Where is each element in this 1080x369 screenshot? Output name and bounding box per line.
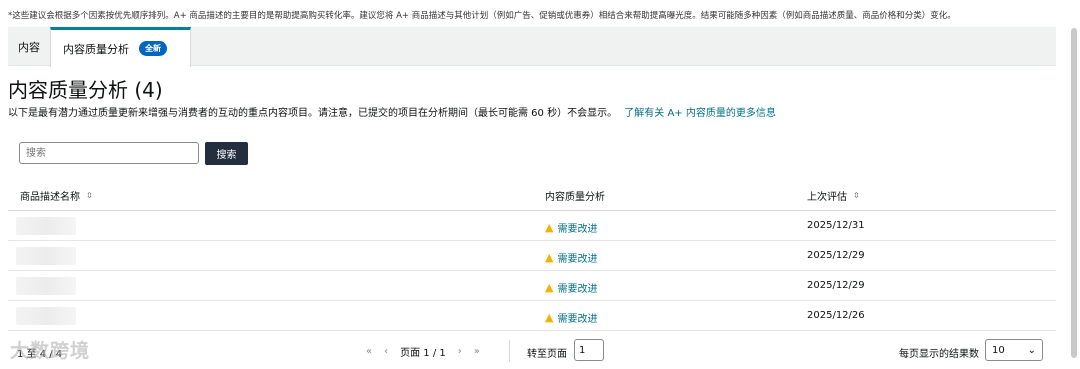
- last-page-icon[interactable]: »: [474, 346, 480, 357]
- warning-icon: ▲: [545, 221, 554, 234]
- last-evaluated-date: 2025/12/31: [807, 220, 865, 231]
- search-input[interactable]: [19, 142, 199, 164]
- table-row: ▲ 需要改进 2025/12/29: [8, 241, 1056, 271]
- redacted-product-name: [16, 277, 76, 295]
- new-badge: 全新: [139, 41, 167, 56]
- per-page-label: 每页显示的结果数: [899, 349, 979, 360]
- page-title: 内容质量分析 (4): [8, 78, 163, 102]
- first-page-icon[interactable]: «: [366, 346, 372, 357]
- last-evaluated-date: 2025/12/26: [807, 310, 865, 321]
- tab-content-quality-analysis[interactable]: 内容质量分析 全新: [50, 27, 191, 67]
- next-page-icon[interactable]: ›: [458, 346, 462, 357]
- watermark-logo: 大数跨境: [10, 340, 91, 362]
- learn-more-link[interactable]: 了解有关 A+ 内容质量的更多信息: [624, 108, 776, 119]
- tab-content-label: 内容: [18, 40, 40, 54]
- column-header-name[interactable]: 商品描述名称 ⇳: [20, 188, 93, 203]
- pagination-nav: « ‹ 页面 1 / 1 › »: [366, 344, 492, 359]
- quality-status-link[interactable]: ▲ 需要改进: [545, 220, 597, 235]
- tab-quality-label: 内容质量分析: [63, 42, 129, 56]
- tab-bar: 内容 内容质量分析 全新: [8, 27, 1056, 67]
- redacted-product-name: [16, 307, 76, 325]
- warning-icon: ▲: [545, 251, 554, 264]
- tab-content[interactable]: 内容: [8, 27, 50, 66]
- sort-icon[interactable]: ⇳: [853, 191, 860, 200]
- chevron-down-icon: ⌄: [1027, 344, 1036, 356]
- subtitle-text: 以下是最有潜力通过质量更新来增强与消费者的互动的重点内容项目。请注意，已提交的项…: [8, 108, 618, 119]
- last-evaluated-date: 2025/12/29: [807, 250, 865, 261]
- quality-status-link[interactable]: ▲ 需要改进: [545, 310, 597, 325]
- warning-icon: ▲: [545, 311, 554, 324]
- warning-icon: ▲: [545, 281, 554, 294]
- table-row: ▲ 需要改进 2025/12/26: [8, 301, 1056, 331]
- quality-status-link[interactable]: ▲ 需要改进: [545, 280, 597, 295]
- pagination-divider: [509, 340, 510, 362]
- column-header-last-evaluated[interactable]: 上次评估 ⇳: [807, 188, 860, 203]
- table-header: 商品描述名称 ⇳ 内容质量分析 上次评估 ⇳: [8, 178, 1056, 211]
- table-row: ▲ 需要改进 2025/12/31: [8, 211, 1056, 241]
- sort-icon[interactable]: ⇳: [86, 191, 93, 200]
- goto-page-input[interactable]: 1: [574, 339, 604, 361]
- page-indicator: 页面 1 / 1: [400, 348, 446, 359]
- search-button[interactable]: 搜索: [205, 142, 248, 165]
- vertical-scrollbar[interactable]: [1071, 28, 1077, 358]
- priority-notice: *这些建议会根据多个因素按优先顺序排列。A+ 商品描述的主要目的是帮助提高购买转…: [8, 11, 956, 21]
- last-evaluated-date: 2025/12/29: [807, 280, 865, 291]
- redacted-product-name: [16, 247, 76, 265]
- goto-page-label: 转至页面: [527, 349, 567, 360]
- quality-status-link[interactable]: ▲ 需要改进: [545, 250, 597, 265]
- redacted-product-name: [16, 217, 76, 235]
- per-page-select[interactable]: 10 ⌄: [985, 339, 1043, 361]
- table-row: ▲ 需要改进 2025/12/29: [8, 271, 1056, 301]
- prev-page-icon[interactable]: ‹: [384, 346, 388, 357]
- page-subtitle: 以下是最有潜力通过质量更新来增强与消费者的互动的重点内容项目。请注意，已提交的项…: [8, 104, 776, 119]
- content-table: 商品描述名称 ⇳ 内容质量分析 上次评估 ⇳ ▲ 需要改进 2025/12/31…: [8, 178, 1056, 331]
- column-header-quality: 内容质量分析: [545, 192, 605, 203]
